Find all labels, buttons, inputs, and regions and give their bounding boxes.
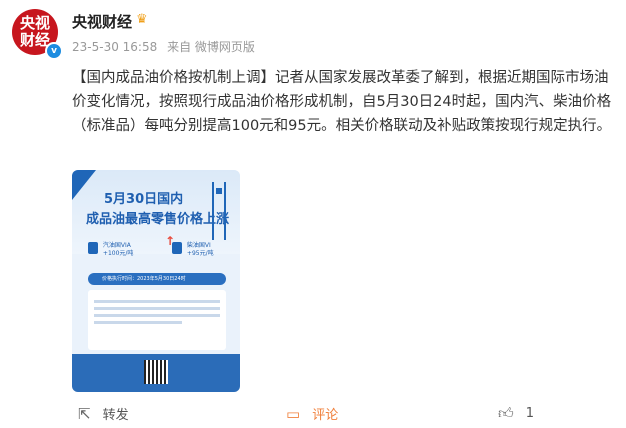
poster-prices: 汽油国VIA +100元/吨 ↑ 柴油国VI +95元/吨 xyxy=(88,234,228,266)
comment-button[interactable]: ▭ 评论 xyxy=(286,404,339,424)
diesel-label: 柴油国VI xyxy=(186,242,211,249)
repost-label: 转发 xyxy=(102,408,129,423)
gas-price: 汽油国VIA +100元/吨 xyxy=(88,242,133,258)
repost-icon: ⇱ xyxy=(78,404,91,423)
comment-label: 评论 xyxy=(312,408,339,423)
qr-code xyxy=(144,360,168,384)
post-meta: 23-5-30 16:58 来自 微博网页版 xyxy=(72,38,261,55)
action-bar: ⇱ 转发 ▭ 评论 👍︎ 1 xyxy=(0,398,626,426)
poster-body-text xyxy=(88,290,226,350)
poster-title-1: 5月30日国内 xyxy=(104,192,184,207)
avatar-text-1: 央视 xyxy=(19,14,50,32)
post-time[interactable]: 23-5-30 16:58 xyxy=(72,40,157,54)
poster-exec-time: 价格执行时间：2023年5月30日24时 xyxy=(88,273,226,285)
poster-title-2: 成品油最高零售价格上涨 xyxy=(86,212,230,227)
repost-button[interactable]: ⇱ 转发 xyxy=(78,404,129,424)
oil-tower-icon xyxy=(212,182,226,240)
like-count: 1 xyxy=(525,406,534,421)
diesel-value: +95元/吨 xyxy=(186,250,214,257)
fuel-pump-icon xyxy=(88,242,98,254)
post-source: 来自 微博网页版 xyxy=(167,40,255,54)
like-button[interactable]: 👍︎ 1 xyxy=(498,404,534,423)
gas-label: 汽油国VIA xyxy=(102,242,131,249)
crown-icon: ♛ xyxy=(136,12,148,27)
gas-value: +100元/吨 xyxy=(102,250,134,257)
verified-icon: v xyxy=(45,42,63,60)
thumbs-up-icon: 👍︎ xyxy=(498,404,514,422)
post-image[interactable]: 5月30日国内 成品油最高零售价格上涨 汽油国VIA +100元/吨 ↑ 柴油国… xyxy=(72,170,240,392)
author-name[interactable]: 央视财经 xyxy=(72,11,132,32)
diesel-price: 柴油国VI +95元/吨 xyxy=(172,242,214,258)
post-text: 【国内成品油价格按机制上调】记者从国家发展改革委了解到，根据近期国际市场油价变化… xyxy=(72,70,612,134)
comment-icon: ▭ xyxy=(286,404,301,423)
fuel-pump-icon xyxy=(172,242,182,254)
